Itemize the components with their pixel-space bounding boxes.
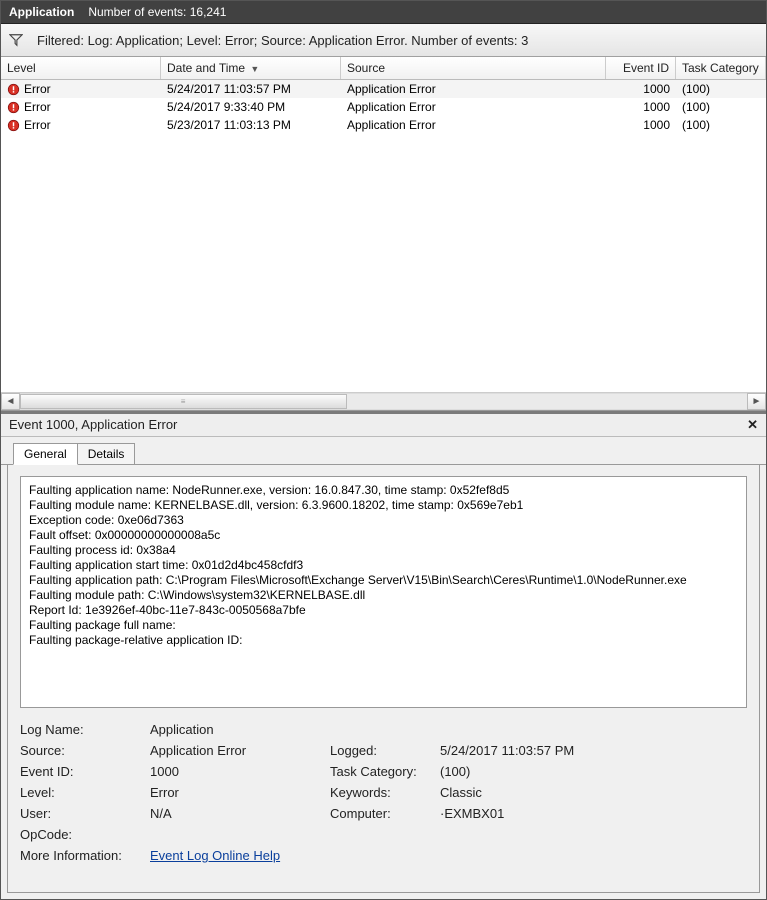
label-log-name: Log Name: [20, 722, 150, 737]
label-computer: Computer: [330, 806, 440, 821]
error-icon [7, 83, 20, 96]
column-header-level[interactable]: Level [1, 57, 161, 79]
cell-date: 5/23/2017 11:03:13 PM [161, 116, 341, 134]
titlebar: Application Number of events: 16,241 [1, 1, 766, 24]
cell-date: 5/24/2017 9:33:40 PM [161, 98, 341, 116]
tab-general[interactable]: General [13, 443, 78, 465]
scroll-track[interactable]: ≡ [20, 393, 747, 410]
grid-row[interactable]: Error 5/24/2017 9:33:40 PM Application E… [1, 98, 766, 116]
titlebar-event-count: Number of events: 16,241 [88, 1, 226, 23]
tab-details[interactable]: Details [77, 443, 136, 465]
value-keywords: Classic [440, 785, 620, 800]
label-user: User: [20, 806, 150, 821]
column-header-taskcategory[interactable]: Task Category [676, 57, 766, 79]
cell-taskcat: (100) [676, 116, 766, 134]
scroll-right-icon[interactable]: ► [747, 393, 766, 410]
scroll-thumb[interactable]: ≡ [20, 394, 347, 409]
cell-level: Error [24, 80, 51, 98]
value-source: Application Error [150, 743, 330, 758]
cell-eventid: 1000 [606, 80, 676, 98]
cell-source: Application Error [341, 80, 606, 98]
error-icon [7, 101, 20, 114]
column-header-source[interactable]: Source [341, 57, 606, 79]
error-icon [7, 119, 20, 132]
tab-panel-general: Faulting application name: NodeRunner.ex… [7, 464, 760, 893]
horizontal-scrollbar[interactable]: ◄ ≡ ► [1, 392, 766, 410]
label-event-id: Event ID: [20, 764, 150, 779]
value-computer: ·EXMBX01 [440, 806, 620, 821]
sort-desc-icon: ▼ [250, 64, 259, 74]
grid-body: Error 5/24/2017 11:03:57 PM Application … [1, 80, 766, 392]
cell-source: Application Error [341, 98, 606, 116]
event-viewer-window: Application Number of events: 16,241 Fil… [0, 0, 767, 900]
cell-date: 5/24/2017 11:03:57 PM [161, 80, 341, 98]
label-opcode: OpCode: [20, 827, 150, 842]
value-log-name: Application [150, 722, 330, 737]
column-header-date-label: Date and Time [167, 61, 245, 75]
filter-bar: Filtered: Log: Application; Level: Error… [1, 24, 766, 57]
detail-pane: Event 1000, Application Error ✕ General … [1, 411, 766, 899]
column-header-date[interactable]: Date and Time ▼ [161, 57, 341, 79]
detail-header-text: Event 1000, Application Error [9, 414, 177, 436]
cell-level: Error [24, 98, 51, 116]
cell-source: Application Error [341, 116, 606, 134]
label-level: Level: [20, 785, 150, 800]
cell-taskcat: (100) [676, 98, 766, 116]
column-header-eventid[interactable]: Event ID [606, 57, 676, 79]
label-keywords: Keywords: [330, 785, 440, 800]
filter-icon [9, 33, 23, 47]
grid-row[interactable]: Error 5/24/2017 11:03:57 PM Application … [1, 80, 766, 98]
cell-taskcat: (100) [676, 80, 766, 98]
tab-strip: General Details [1, 437, 766, 465]
titlebar-app-label: Application [9, 1, 74, 23]
event-description-box[interactable]: Faulting application name: NodeRunner.ex… [20, 476, 747, 708]
filter-text: Filtered: Log: Application; Level: Error… [37, 33, 528, 48]
label-logged: Logged: [330, 743, 440, 758]
value-level: Error [150, 785, 330, 800]
value-logged: 5/24/2017 11:03:57 PM [440, 743, 620, 758]
grid-row[interactable]: Error 5/23/2017 11:03:13 PM Application … [1, 116, 766, 134]
cell-level: Error [24, 116, 51, 134]
label-task-category: Task Category: [330, 764, 440, 779]
link-event-log-online-help[interactable]: Event Log Online Help [150, 848, 280, 863]
value-task-category: (100) [440, 764, 620, 779]
detail-titlebar: Event 1000, Application Error ✕ [1, 414, 766, 437]
value-event-id: 1000 [150, 764, 330, 779]
cell-eventid: 1000 [606, 116, 676, 134]
event-properties-grid: Log Name: Application Source: Applicatio… [20, 722, 747, 863]
label-more-information: More Information: [20, 848, 150, 863]
value-user: N/A [150, 806, 330, 821]
event-grid: Level Date and Time ▼ Source Event ID Ta… [1, 57, 766, 411]
value-opcode [150, 827, 330, 842]
label-source: Source: [20, 743, 150, 758]
scroll-left-icon[interactable]: ◄ [1, 393, 20, 410]
close-icon[interactable]: ✕ [747, 414, 758, 436]
grid-header: Level Date and Time ▼ Source Event ID Ta… [1, 57, 766, 80]
cell-eventid: 1000 [606, 98, 676, 116]
